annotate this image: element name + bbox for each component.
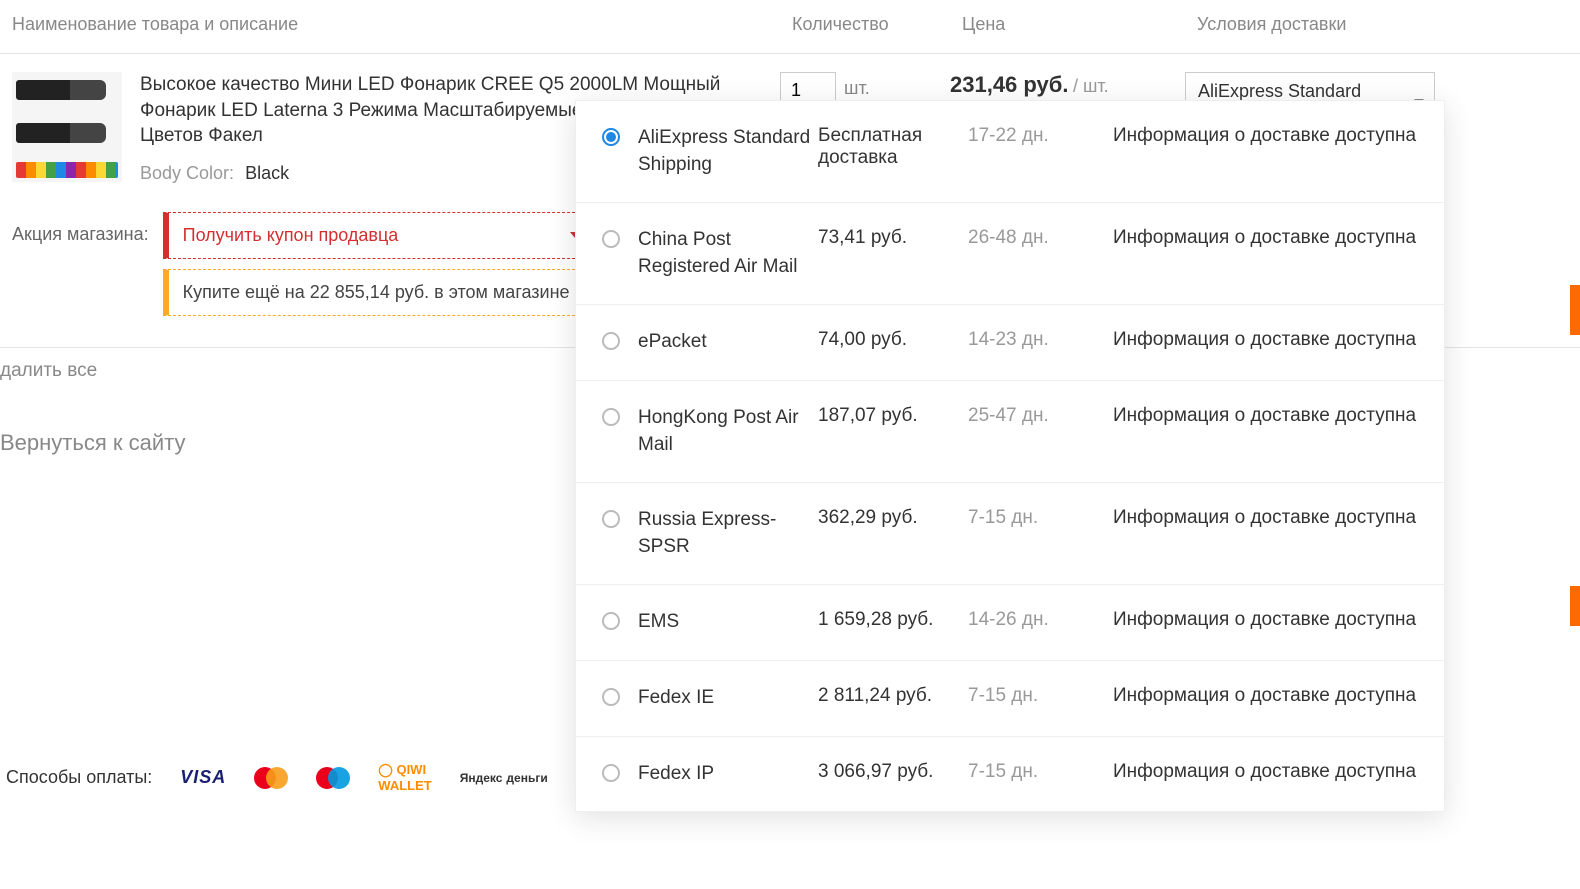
- shipping-option-name: Fedex IE: [638, 685, 818, 712]
- shipping-option-price: Бесплатная доставка: [818, 125, 968, 169]
- shipping-option-price: 2 811,24 руб.: [818, 685, 968, 707]
- shipping-option-name: AliExpress Standard Shipping: [638, 125, 818, 178]
- shipping-option-name: ePacket: [638, 329, 818, 356]
- shipping-option[interactable]: China Post Registered Air Mail73,41 руб.…: [576, 203, 1444, 305]
- shipping-option[interactable]: Russia Express-SPSR362,29 руб.7-15 дн.Ин…: [576, 483, 1444, 585]
- shipping-option-days: 14-26 дн.: [968, 609, 1113, 631]
- radio-icon[interactable]: [602, 510, 620, 528]
- shipping-option-tracking-info: Информация о доставке доступна: [1113, 507, 1418, 529]
- visa-logo-icon: VISA: [180, 767, 226, 788]
- shipping-option-days: 26-48 дн.: [968, 227, 1113, 249]
- radio-icon[interactable]: [602, 128, 620, 146]
- flashlight-icon: [16, 80, 106, 100]
- shipping-option[interactable]: AliExpress Standard ShippingБесплатная д…: [576, 101, 1444, 203]
- shipping-option-tracking-info: Информация о доставке доступна: [1113, 227, 1418, 249]
- header-shipping: Условия доставки: [1197, 14, 1568, 35]
- flashlight-icon: [16, 123, 106, 143]
- shipping-options-dropdown: AliExpress Standard ShippingБесплатная д…: [575, 100, 1445, 812]
- quantity-unit: шт.: [844, 72, 870, 99]
- shipping-option[interactable]: EMS1 659,28 руб.14-26 дн.Информация о до…: [576, 585, 1444, 661]
- price-unit: / шт.: [1073, 76, 1109, 96]
- shipping-option-price: 74,00 руб.: [818, 329, 968, 351]
- shipping-option-name: HongKong Post Air Mail: [638, 405, 818, 458]
- shipping-option-days: 14-23 дн.: [968, 329, 1113, 351]
- yandex-money-logo-icon: Яндексденьги: [460, 771, 548, 785]
- shipping-option-name: Russia Express-SPSR: [638, 507, 818, 560]
- color-swatch-icon: [16, 162, 118, 178]
- radio-icon[interactable]: [602, 612, 620, 630]
- shipping-option-tracking-info: Информация о доставке доступна: [1113, 329, 1418, 351]
- shipping-option-name: China Post Registered Air Mail: [638, 227, 818, 280]
- shipping-option-price: 3 066,97 руб.: [818, 761, 968, 783]
- shipping-option[interactable]: ePacket74,00 руб.14-23 дн.Информация о д…: [576, 305, 1444, 381]
- radio-icon[interactable]: [602, 332, 620, 350]
- promo-threshold-note: Купите ещё на 22 855,14 руб. в этом мага…: [163, 269, 595, 316]
- maestro-logo-icon: [316, 767, 350, 789]
- header-qty: Количество: [792, 14, 962, 35]
- header-price: Цена: [962, 14, 1197, 35]
- price-main: 231,46 руб.: [950, 72, 1069, 97]
- mastercard-logo-icon: [254, 767, 288, 789]
- side-panel-sliver: [1570, 586, 1580, 626]
- shipping-option-days: 7-15 дн.: [968, 685, 1113, 707]
- coupon-btn-label: Получить купон продавца: [183, 225, 399, 245]
- side-panel-sliver: [1570, 285, 1580, 335]
- shipping-option-tracking-info: Информация о доставке доступна: [1113, 609, 1418, 631]
- payment-label: Способы оплаты:: [6, 767, 152, 788]
- column-headers: Наименование товара и описание Количеств…: [0, 0, 1580, 54]
- payment-methods-row: Способы оплаты: VISA ◯ QIWIWALLET Яндекс…: [6, 762, 672, 793]
- radio-icon[interactable]: [602, 764, 620, 782]
- shipping-option[interactable]: HongKong Post Air Mail187,07 руб.25-47 д…: [576, 381, 1444, 483]
- shipping-option-days: 7-15 дн.: [968, 761, 1113, 783]
- shipping-option-tracking-info: Информация о доставке доступна: [1113, 761, 1418, 783]
- shipping-option[interactable]: Fedex IP3 066,97 руб.7-15 дн.Информация …: [576, 737, 1444, 812]
- promo-label: Акция магазина:: [12, 212, 149, 245]
- shipping-option-days: 17-22 дн.: [968, 125, 1113, 147]
- shipping-option-name: EMS: [638, 609, 818, 636]
- shipping-option-tracking-info: Информация о доставке доступна: [1113, 405, 1418, 427]
- qiwi-logo-icon: ◯ QIWIWALLET: [378, 762, 431, 793]
- shipping-option-price: 1 659,28 руб.: [818, 609, 968, 631]
- shipping-option-price: 73,41 руб.: [818, 227, 968, 249]
- shipping-option-tracking-info: Информация о доставке доступна: [1113, 125, 1418, 147]
- radio-icon[interactable]: [602, 688, 620, 706]
- shipping-option-price: 187,07 руб.: [818, 405, 968, 427]
- product-thumbnail[interactable]: [12, 72, 122, 182]
- shipping-option-tracking-info: Информация о доставке доступна: [1113, 685, 1418, 707]
- get-seller-coupon-button[interactable]: Получить купон продавца: [163, 212, 595, 259]
- radio-icon[interactable]: [602, 408, 620, 426]
- shipping-option-days: 25-47 дн.: [968, 405, 1113, 427]
- shipping-option-name: Fedex IP: [638, 761, 818, 788]
- attr-label: Body Color:: [140, 163, 234, 183]
- attr-value: Black: [245, 163, 289, 183]
- header-product: Наименование товара и описание: [12, 14, 792, 35]
- radio-icon[interactable]: [602, 230, 620, 248]
- shipping-option-days: 7-15 дн.: [968, 507, 1113, 529]
- shipping-option-price: 362,29 руб.: [818, 507, 968, 529]
- shipping-option[interactable]: Fedex IE2 811,24 руб.7-15 дн.Информация …: [576, 661, 1444, 737]
